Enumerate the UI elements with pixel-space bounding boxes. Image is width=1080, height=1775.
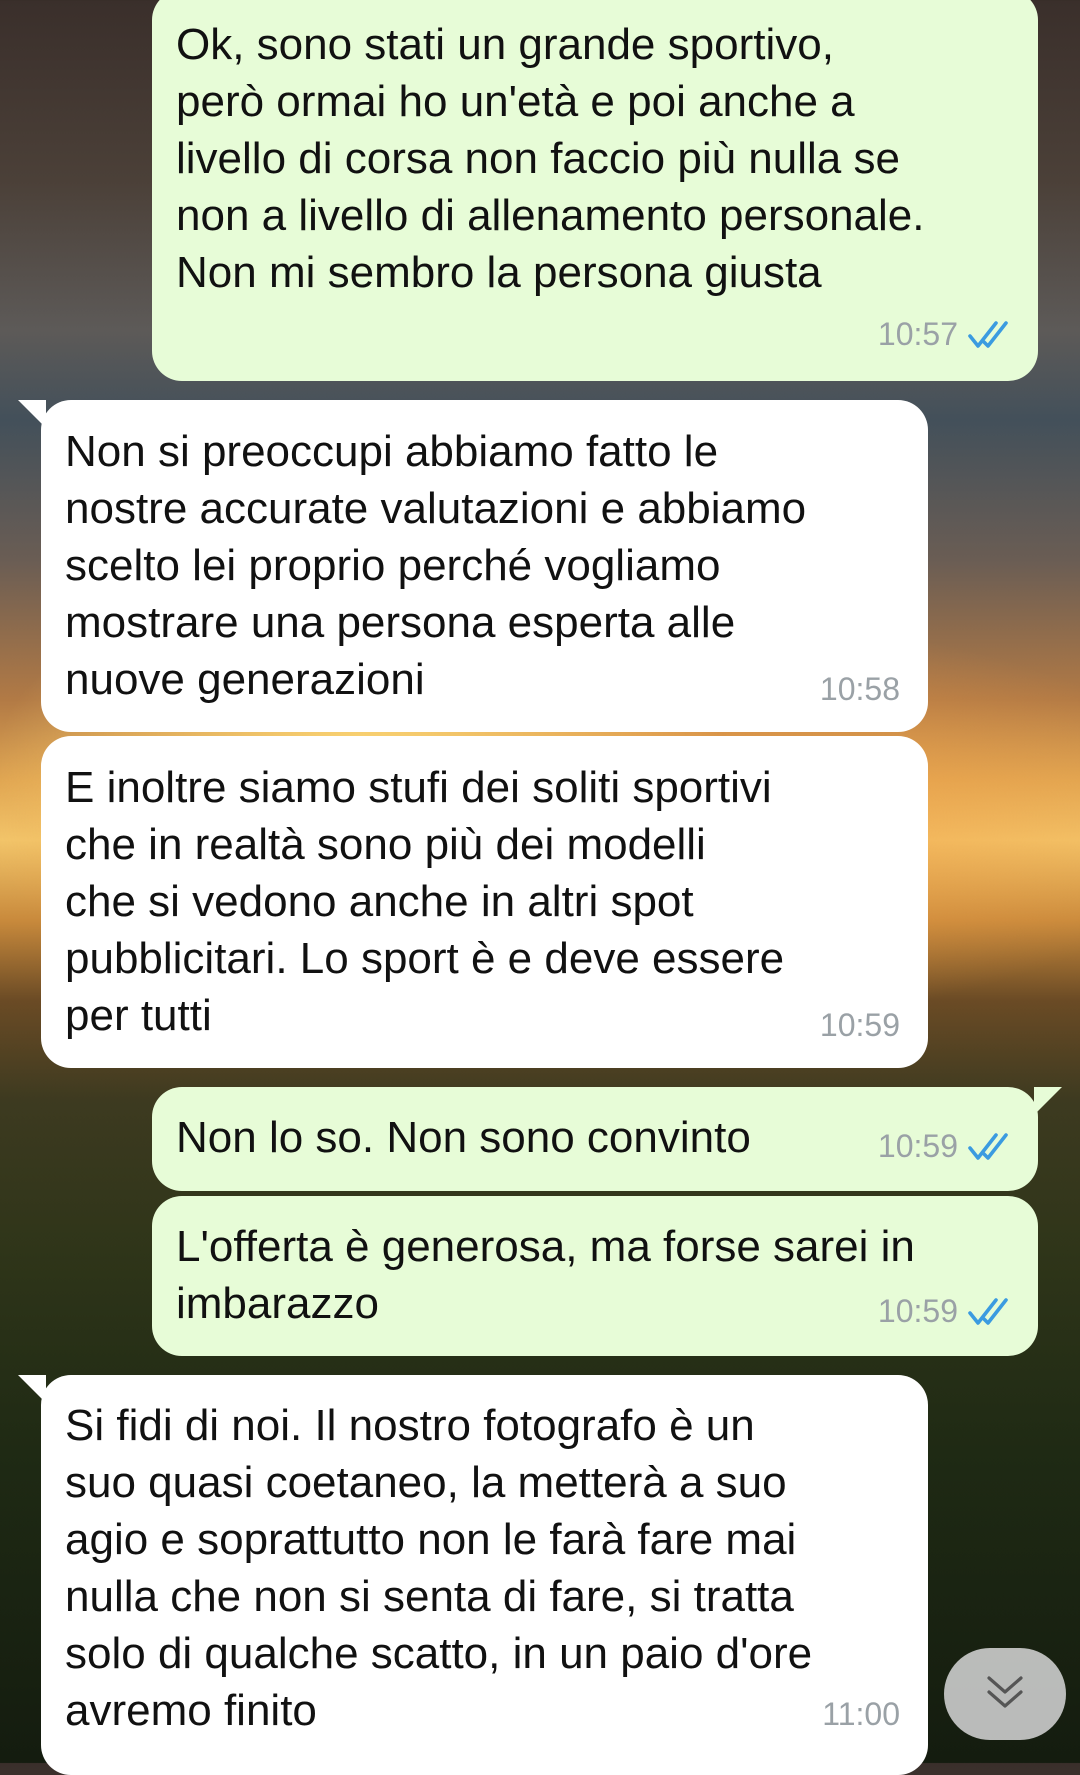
message-meta: 11:00 bbox=[822, 1686, 900, 1743]
message-bubble-outgoing[interactable]: Non lo so. Non sono convinto 10:59 bbox=[152, 1087, 1038, 1191]
scroll-to-bottom-button[interactable] bbox=[944, 1648, 1066, 1740]
message-meta: 10:59 bbox=[878, 1118, 1014, 1175]
message-text: Non si preoccupi abbiamo fatto le nostre… bbox=[65, 427, 807, 704]
message-time: 10:59 bbox=[877, 1293, 958, 1329]
message-time: 11:00 bbox=[822, 1696, 900, 1732]
message-meta: 10:58 bbox=[820, 661, 900, 718]
double-chevron-down-icon bbox=[983, 1672, 1027, 1717]
message-meta: 10:59 bbox=[878, 1283, 1014, 1340]
bubble-tail bbox=[1034, 1087, 1062, 1115]
message-text: E inoltre siamo stufi dei soliti sportiv… bbox=[65, 763, 785, 1040]
message-bubble-outgoing[interactable]: L'offerta è generosa, ma forse sarei in … bbox=[152, 1196, 1038, 1356]
message-time: 10:59 bbox=[877, 1128, 958, 1164]
message-bubble-outgoing[interactable]: Ok, sono stati un grande sportivo, però … bbox=[152, 0, 1038, 381]
message-meta: 10:59 bbox=[820, 997, 900, 1054]
message-text: Si fidi di noi. Il nostro fotografo è un… bbox=[65, 1401, 813, 1735]
message-time: 10:59 bbox=[819, 1007, 900, 1043]
message-meta: 10:57 bbox=[878, 306, 1014, 363]
message-bubble-incoming[interactable]: Si fidi di noi. Il nostro fotografo è un… bbox=[41, 1375, 928, 1775]
double-check-icon bbox=[968, 320, 1014, 350]
message-time: 10:58 bbox=[819, 671, 900, 707]
message-bubble-incoming[interactable]: E inoltre siamo stufi dei soliti sportiv… bbox=[41, 736, 928, 1068]
message-time: 10:57 bbox=[877, 316, 958, 352]
double-check-icon bbox=[968, 1297, 1014, 1327]
double-check-icon bbox=[968, 1132, 1014, 1162]
message-text: Ok, sono stati un grande sportivo, però … bbox=[176, 20, 925, 297]
message-bubble-incoming[interactable]: Non si preoccupi abbiamo fatto le nostre… bbox=[41, 400, 928, 732]
